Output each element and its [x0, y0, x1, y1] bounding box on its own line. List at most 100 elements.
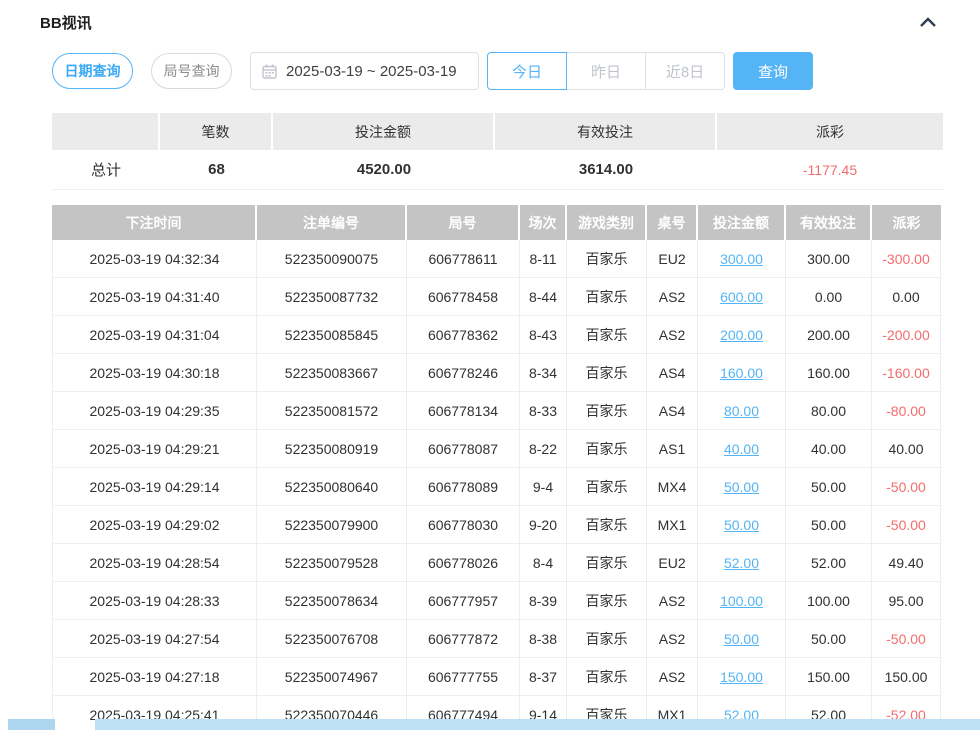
cell-time: 2025-03-19 04:31:04 [52, 316, 257, 354]
cell-bet: 50.00 [698, 620, 786, 658]
cell-time: 2025-03-19 04:27:54 [52, 620, 257, 658]
cell-bet: 600.00 [698, 278, 786, 316]
cell-game-type: 百家乐 [567, 506, 647, 544]
bet-amount-link[interactable]: 150.00 [720, 669, 763, 685]
cell-valid: 200.00 [786, 316, 872, 354]
cell-round-no: 606778089 [407, 468, 520, 506]
summary-header-cell: 投注金额 [273, 113, 495, 150]
cell-table-no: MX1 [647, 506, 698, 544]
quick-last8days-button[interactable]: 近8日 [645, 52, 725, 90]
cell-bet: 52.00 [698, 544, 786, 582]
cell-time: 2025-03-19 04:28:54 [52, 544, 257, 582]
cell-order-no: 522350076708 [257, 620, 407, 658]
cell-session: 9-4 [520, 468, 567, 506]
panel-header: BB视讯 [40, 12, 940, 32]
bet-amount-link[interactable]: 600.00 [720, 289, 763, 305]
cell-valid: 40.00 [786, 430, 872, 468]
cell-session: 8-4 [520, 544, 567, 582]
cell-payout: -50.00 [872, 506, 941, 544]
cell-time: 2025-03-19 04:30:18 [52, 354, 257, 392]
cell-order-no: 522350090075 [257, 240, 407, 278]
cell-time: 2025-03-19 04:32:34 [52, 240, 257, 278]
cell-round-no: 606778362 [407, 316, 520, 354]
cell-bet: 160.00 [698, 354, 786, 392]
bet-amount-link[interactable]: 50.00 [724, 479, 759, 495]
cell-valid: 50.00 [786, 620, 872, 658]
bet-amount-link[interactable]: 50.00 [724, 517, 759, 533]
cell-valid: 80.00 [786, 392, 872, 430]
summary-header-cell [52, 113, 160, 150]
cell-bet: 200.00 [698, 316, 786, 354]
cell-order-no: 522350081572 [257, 392, 407, 430]
date-query-tab[interactable]: 日期查询 [52, 53, 133, 89]
summary-header-cell: 派彩 [717, 113, 943, 150]
cell-order-no: 522350079528 [257, 544, 407, 582]
bet-amount-link[interactable]: 80.00 [724, 403, 759, 419]
round-query-tab[interactable]: 局号查询 [151, 53, 232, 89]
cell-order-no: 522350085845 [257, 316, 407, 354]
cell-valid: 0.00 [786, 278, 872, 316]
cell-payout: 95.00 [872, 582, 941, 620]
cell-order-no: 522350079900 [257, 506, 407, 544]
cell-session: 8-22 [520, 430, 567, 468]
cell-session: 8-11 [520, 240, 567, 278]
cell-round-no: 606778246 [407, 354, 520, 392]
bet-amount-link[interactable]: 40.00 [724, 441, 759, 457]
summary-header-cell: 有效投注 [495, 113, 717, 150]
cell-table-no: AS2 [647, 582, 698, 620]
cell-game-type: 百家乐 [567, 278, 647, 316]
cell-round-no: 606778134 [407, 392, 520, 430]
cell-session: 8-39 [520, 582, 567, 620]
cell-time: 2025-03-19 04:31:40 [52, 278, 257, 316]
cell-game-type: 百家乐 [567, 544, 647, 582]
cell-table-no: AS4 [647, 392, 698, 430]
cell-bet: 80.00 [698, 392, 786, 430]
cell-game-type: 百家乐 [567, 354, 647, 392]
bet-amount-link[interactable]: 300.00 [720, 251, 763, 267]
quick-today-button[interactable]: 今日 [487, 52, 567, 90]
cell-round-no: 606778030 [407, 506, 520, 544]
bet-amount-link[interactable]: 160.00 [720, 365, 763, 381]
cell-time: 2025-03-19 04:28:33 [52, 582, 257, 620]
bet-amount-link[interactable]: 200.00 [720, 327, 763, 343]
collapse-button[interactable] [916, 12, 940, 32]
records-header-cell: 注单编号 [257, 205, 407, 240]
cell-round-no: 606778458 [407, 278, 520, 316]
date-range-picker[interactable]: 2025-03-19 ~ 2025-03-19 [250, 52, 479, 90]
cell-table-no: EU2 [647, 240, 698, 278]
bet-amount-link[interactable]: 52.00 [724, 555, 759, 571]
search-button[interactable]: 查询 [733, 52, 813, 90]
cell-bet: 40.00 [698, 430, 786, 468]
cell-game-type: 百家乐 [567, 392, 647, 430]
bet-amount-link[interactable]: 100.00 [720, 593, 763, 609]
records-header-cell: 场次 [520, 205, 567, 240]
cell-table-no: MX4 [647, 468, 698, 506]
cell-bet: 50.00 [698, 506, 786, 544]
records-header-cell: 游戏类别 [567, 205, 647, 240]
cell-game-type: 百家乐 [567, 316, 647, 354]
cell-round-no: 606778611 [407, 240, 520, 278]
horizontal-scrollbar[interactable] [95, 719, 980, 730]
cell-bet: 300.00 [698, 240, 786, 278]
cell-valid: 50.00 [786, 468, 872, 506]
cell-order-no: 522350080640 [257, 468, 407, 506]
cell-valid: 50.00 [786, 506, 872, 544]
quick-yesterday-button[interactable]: 昨日 [566, 52, 646, 90]
summary-header-cell: 笔数 [160, 113, 273, 150]
cell-round-no: 606777755 [407, 658, 520, 696]
bet-amount-link[interactable]: 50.00 [724, 631, 759, 647]
cell-order-no: 522350083667 [257, 354, 407, 392]
records-header-cell: 投注金额 [698, 205, 786, 240]
cell-session: 8-34 [520, 354, 567, 392]
cell-valid: 160.00 [786, 354, 872, 392]
cell-valid: 100.00 [786, 582, 872, 620]
cell-table-no: AS1 [647, 430, 698, 468]
horizontal-scrollbar-thumb[interactable] [8, 719, 55, 730]
cell-valid: 150.00 [786, 658, 872, 696]
cell-order-no: 522350080919 [257, 430, 407, 468]
cell-session: 8-38 [520, 620, 567, 658]
records-table: 下注时间注单编号局号场次游戏类别桌号投注金额有效投注派彩2025-03-19 0… [52, 205, 941, 730]
cell-table-no: AS2 [647, 620, 698, 658]
records-header-cell: 派彩 [872, 205, 941, 240]
cell-game-type: 百家乐 [567, 240, 647, 278]
